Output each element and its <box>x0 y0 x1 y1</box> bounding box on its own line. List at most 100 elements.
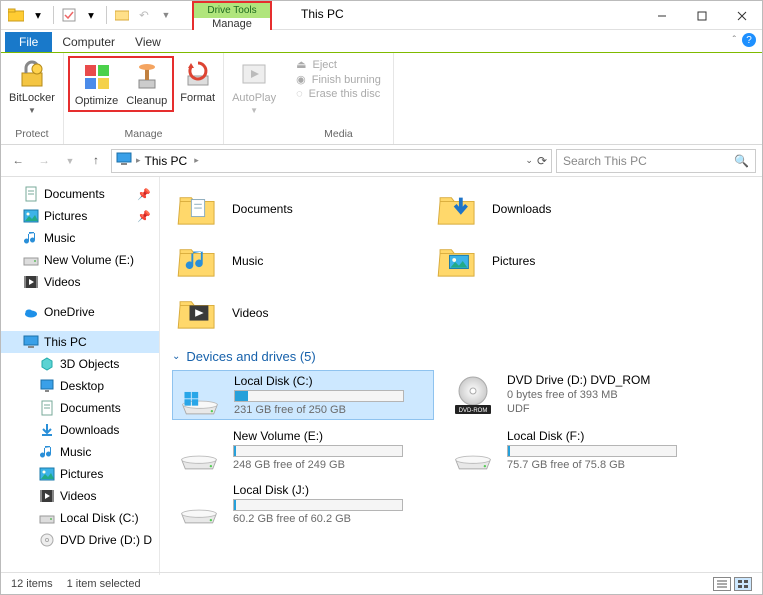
sidebar-item-label: Pictures <box>60 467 103 481</box>
drive-item[interactable]: New Volume (E:) 248 GB free of 249 GB <box>172 426 434 474</box>
drive-free-text: 60.2 GB free of 60.2 GB <box>233 513 431 525</box>
videos-icon <box>39 488 55 504</box>
qat-separator <box>106 6 107 24</box>
ribbon-collapse-icon[interactable]: ˆ <box>733 35 736 46</box>
back-button[interactable]: ← <box>7 150 29 172</box>
address-bar[interactable]: ▸ This PC▸ ⌄ ⟳ <box>111 149 552 173</box>
status-selected-count: 1 item selected <box>67 578 141 590</box>
drive-icon <box>176 374 224 416</box>
sidebar-item-documents[interactable]: Documents <box>1 397 159 419</box>
svg-text:DVD-ROM: DVD-ROM <box>459 408 488 414</box>
highlight-box-manage: Optimize Cleanup <box>68 56 174 112</box>
ribbon-group-media: ⏏Eject ◉Finish burning ◌Erase this disc … <box>284 53 394 144</box>
sidebar-item-3d[interactable]: 3D Objects <box>1 353 159 375</box>
main-area: Documents📌Pictures📌MusicNew Volume (E:)V… <box>1 177 762 575</box>
sidebar-item-drive[interactable]: Local Disk (C:) <box>1 507 159 529</box>
file-tab[interactable]: File <box>5 32 52 52</box>
quick-access-toolbar: ▾ ▾ ↶ ▼ <box>1 6 175 24</box>
folder-item-downloads[interactable]: Downloads <box>432 185 682 233</box>
folder-item-documents[interactable]: Documents <box>172 185 422 233</box>
folder-icon <box>176 293 220 333</box>
chevron-right-icon[interactable]: ▸ <box>136 155 141 166</box>
capacity-bar <box>233 445 403 457</box>
pin-icon: 📌 <box>137 188 151 201</box>
qat-chevron-icon[interactable]: ▼ <box>157 6 175 24</box>
capacity-bar <box>233 499 403 511</box>
onedrive-icon <box>23 304 39 320</box>
drives-section: Local Disk (C:) 231 GB free of 250 GB DV… <box>172 370 750 528</box>
drive-name: New Volume (E:) <box>233 429 431 443</box>
sidebar-item-onedrive[interactable]: OneDrive <box>1 301 159 323</box>
drive-item[interactable]: Local Disk (C:) 231 GB free of 250 GB <box>172 370 434 420</box>
sidebar-item-label: Videos <box>44 275 80 289</box>
videos-icon <box>23 274 39 290</box>
finish-burning-button: ◉Finish burning <box>296 73 381 86</box>
desktop-icon <box>39 378 55 394</box>
sidebar-item-label: New Volume (E:) <box>44 253 134 267</box>
close-button[interactable] <box>722 1 762 30</box>
drive-item[interactable]: Local Disk (F:) 75.7 GB free of 75.8 GB <box>446 426 708 474</box>
sidebar-item-pictures[interactable]: Pictures <box>1 463 159 485</box>
sidebar-item-label: Music <box>60 445 91 459</box>
sidebar-item-label: This PC <box>44 335 87 349</box>
breadcrumb-thispc[interactable]: This PC▸ <box>145 154 199 168</box>
sidebar-item-videos[interactable]: Videos <box>1 271 159 293</box>
new-folder-icon[interactable] <box>113 6 131 24</box>
maximize-button[interactable] <box>682 1 722 30</box>
sidebar-item-music[interactable]: Music <box>1 227 159 249</box>
sidebar-item-drive[interactable]: New Volume (E:) <box>1 249 159 271</box>
sidebar-item-dvd[interactable]: DVD Drive (D:) D <box>1 529 159 551</box>
drive-item[interactable]: Local Disk (J:) 60.2 GB free of 60.2 GB <box>172 480 434 528</box>
sidebar-item-thispc[interactable]: This PC <box>1 331 159 353</box>
cleanup-button[interactable]: Cleanup <box>122 59 171 109</box>
refresh-icon[interactable]: ⟳ <box>537 154 547 168</box>
autoplay-icon <box>238 58 270 90</box>
help-icon[interactable]: ? <box>742 33 756 47</box>
capacity-bar <box>234 390 404 402</box>
search-input[interactable]: Search This PC 🔍 <box>556 149 756 173</box>
format-button[interactable]: Format <box>176 56 219 112</box>
folder-icon <box>436 189 480 229</box>
sidebar-item-label: Local Disk (C:) <box>60 511 139 525</box>
details-view-button[interactable] <box>713 577 731 591</box>
folder-item-pictures[interactable]: Pictures <box>432 237 682 285</box>
bitlocker-button[interactable]: BitLocker ▼ <box>5 56 59 117</box>
sidebar-item-downloads[interactable]: Downloads <box>1 419 159 441</box>
sidebar-item-pictures[interactable]: Pictures📌 <box>1 205 159 227</box>
documents-icon <box>23 186 39 202</box>
drive-name: Local Disk (C:) <box>234 374 430 388</box>
drive-free-text: 0 bytes free of 393 MB <box>507 389 705 401</box>
content-pane[interactable]: DocumentsDownloadsMusicPicturesVideos ⌄ … <box>160 177 762 575</box>
properties-icon[interactable] <box>60 6 78 24</box>
drive-name: DVD Drive (D:) DVD_ROM <box>507 373 705 387</box>
optimize-label: Optimize <box>75 95 118 107</box>
optimize-button[interactable]: Optimize <box>71 59 122 109</box>
dropdown-icon: ▼ <box>28 106 36 115</box>
sidebar-item-desktop[interactable]: Desktop <box>1 375 159 397</box>
context-tab-drive-tools[interactable]: Drive Tools Manage <box>192 1 272 30</box>
downloads-icon <box>39 422 55 438</box>
tab-view[interactable]: View <box>125 32 171 52</box>
up-button[interactable]: ↑ <box>85 150 107 172</box>
sidebar-item-videos[interactable]: Videos <box>1 485 159 507</box>
qat-dropdown-icon[interactable]: ▾ <box>29 6 47 24</box>
folder-item-music[interactable]: Music <box>172 237 422 285</box>
tab-computer[interactable]: Computer <box>52 32 125 52</box>
icons-view-button[interactable] <box>734 577 752 591</box>
minimize-button[interactable] <box>642 1 682 30</box>
sidebar-item-music[interactable]: Music <box>1 441 159 463</box>
qat-dropdown2-icon[interactable]: ▾ <box>82 6 100 24</box>
address-dropdown-icon[interactable]: ⌄ <box>525 155 533 166</box>
recent-dropdown-icon[interactable]: ▼ <box>59 150 81 172</box>
drive-item[interactable]: DVD-ROM DVD Drive (D:) DVD_ROM 0 bytes f… <box>446 370 708 420</box>
navigation-pane[interactable]: Documents📌Pictures📌MusicNew Volume (E:)V… <box>1 177 160 575</box>
devices-header[interactable]: ⌄ Devices and drives (5) <box>172 349 750 364</box>
ribbon: BitLocker ▼ Protect Optimize Cleanup For… <box>1 52 762 145</box>
sidebar-item-documents[interactable]: Documents📌 <box>1 183 159 205</box>
autoplay-label: AutoPlay <box>232 92 276 104</box>
folder-item-videos[interactable]: Videos <box>172 289 422 337</box>
undo-icon[interactable]: ↶ <box>135 6 153 24</box>
sidebar-item-label: 3D Objects <box>60 357 119 371</box>
chevron-down-icon[interactable]: ⌄ <box>172 351 180 362</box>
search-icon[interactable]: 🔍 <box>734 154 749 168</box>
